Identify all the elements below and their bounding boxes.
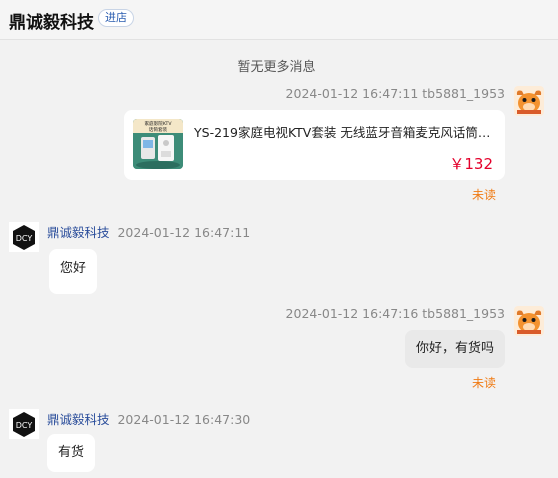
product-title[interactable]: YS-219家庭电视KTV套装 无线蓝牙音箱麦克风话筒音响...	[194, 122, 496, 141]
product-image-icon: 家庭影院KTV 话筒套装	[133, 119, 183, 169]
enter-shop-button[interactable]: 进店	[98, 9, 134, 27]
buyer-avatar-icon	[514, 306, 544, 336]
buyer-avatar-icon	[514, 86, 544, 116]
seller-avatar-icon: DCY	[9, 222, 39, 252]
svg-text:话筒套装: 话筒套装	[149, 126, 168, 133]
sender-name[interactable]: 鼎诚毅科技	[47, 225, 110, 240]
shop-name[interactable]: 鼎诚毅科技	[9, 8, 94, 33]
message-bubble[interactable]: 您好	[49, 249, 98, 294]
no-more-messages: 暂无更多消息	[237, 60, 316, 75]
message-bubble[interactable]: 有货	[47, 434, 96, 472]
message-meta: 2024-01-12 16:47:16 tb5881_1953	[285, 306, 505, 321]
product-thumbnail[interactable]: 家庭影院KTV 话筒套装	[133, 119, 183, 169]
chat-header: 鼎诚毅科技 进店	[0, 0, 558, 40]
product-price: ￥132	[449, 155, 493, 173]
svg-text:DCY: DCY	[16, 234, 33, 243]
unread-status: 未读	[472, 376, 497, 390]
seller-avatar-icon: DCY	[9, 409, 39, 439]
message-meta: 鼎诚毅科技 2024-01-12 16:47:30	[47, 409, 250, 428]
message-meta: 2024-01-12 16:47:11 tb5881_1953	[285, 86, 505, 101]
message-time: 2024-01-12 16:47:30	[117, 412, 251, 427]
svg-text:DCY: DCY	[16, 421, 33, 430]
product-card[interactable]: 家庭影院KTV 话筒套装 YS-219家庭电视KTV套装 无线蓝牙音箱麦克风话筒…	[124, 110, 505, 180]
unread-status: 未读	[472, 188, 497, 202]
thumb-text: 家庭影院KTV	[145, 120, 173, 127]
message-meta: 鼎诚毅科技 2024-01-12 16:47:11	[47, 222, 250, 241]
message-bubble[interactable]: 你好，有货吗	[405, 330, 506, 368]
message-time: 2024-01-12 16:47:11	[117, 225, 251, 240]
sender-name[interactable]: 鼎诚毅科技	[47, 412, 110, 427]
